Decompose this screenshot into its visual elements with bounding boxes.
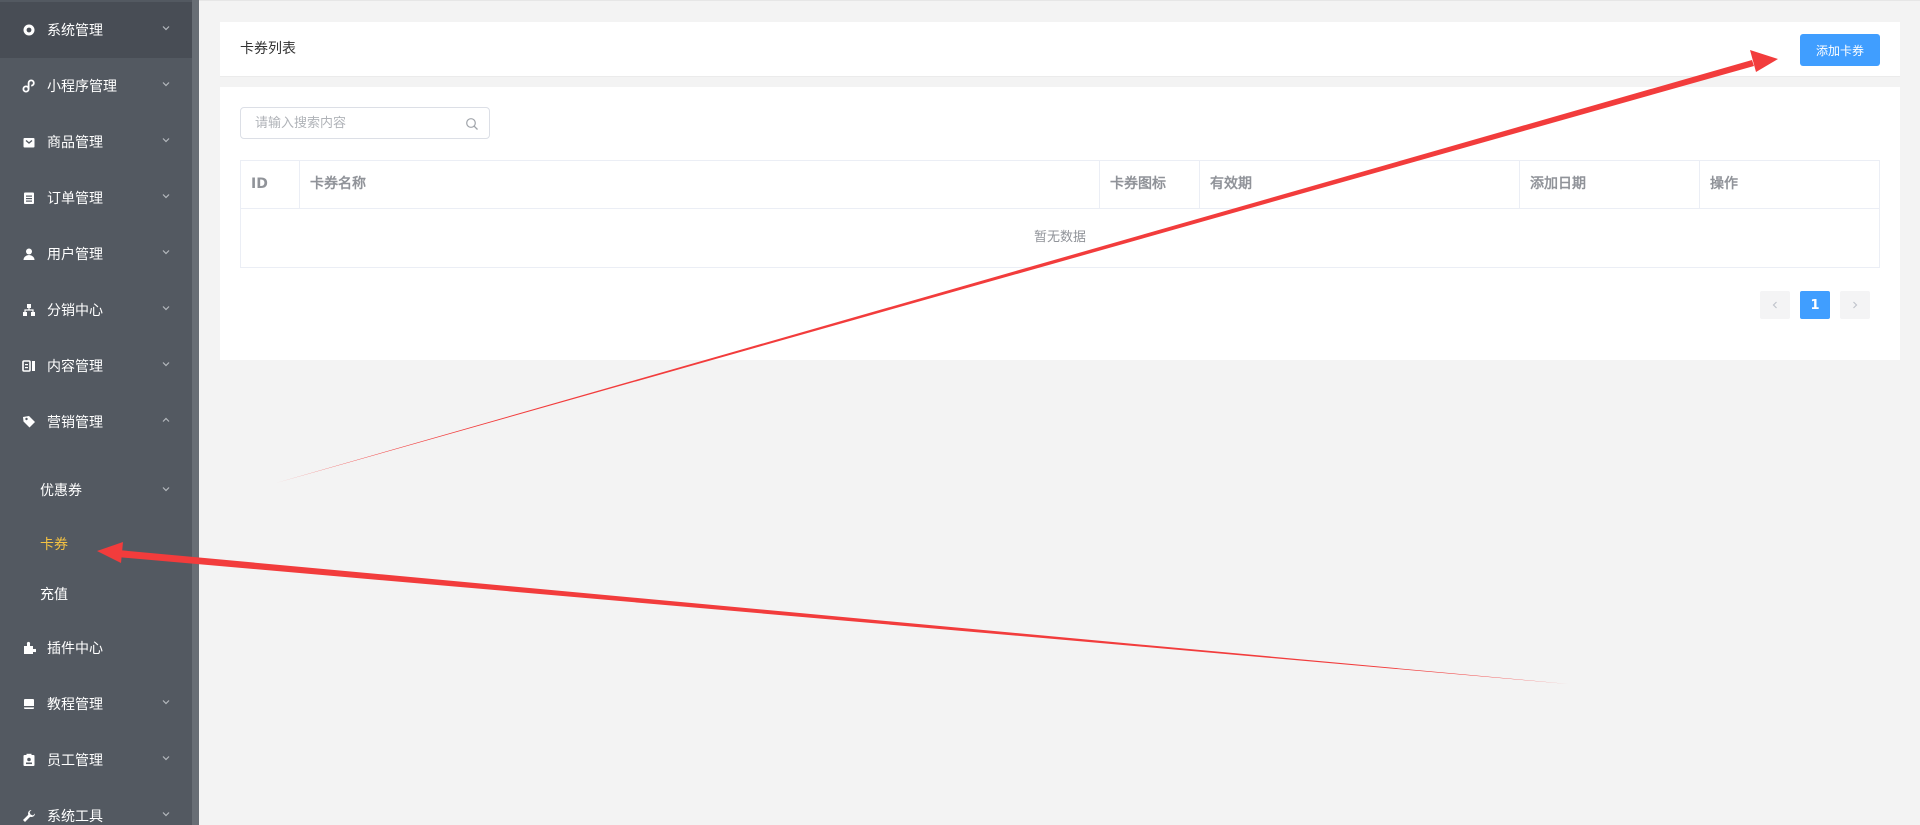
- sidebar: 系统管理 小程序管理 商品管理 订单管理 用户管理 分销中心 内容管理 营销管理…: [0, 0, 199, 825]
- top-divider: [199, 0, 1920, 1]
- sidebar-item-label: 系统管理: [47, 23, 103, 39]
- sidebar-item-content[interactable]: 内容管理: [0, 338, 192, 394]
- sidebar-item-orders[interactable]: 订单管理: [0, 170, 192, 226]
- sidebar-subitem-coupon[interactable]: 优惠券: [0, 465, 192, 515]
- list-panel: ID 卡券名称 卡券图标 有效期 添加日期 操作 暂无数据 1: [220, 87, 1900, 360]
- order-icon: [21, 190, 37, 206]
- sidebar-item-staff[interactable]: 员工管理: [0, 732, 192, 788]
- staff-icon: [21, 752, 37, 768]
- sidebar-item-goods[interactable]: 商品管理: [0, 114, 192, 170]
- chevron-down-icon: [162, 250, 170, 255]
- tutorial-icon: [21, 696, 37, 712]
- column-header-actions: 操作: [1710, 176, 1738, 192]
- search-input[interactable]: [241, 108, 456, 138]
- sidebar-item-users[interactable]: 用户管理: [0, 226, 192, 282]
- sidebar-item-label: 分销中心: [47, 303, 103, 319]
- sidebar-item-plugins[interactable]: 插件中心: [0, 620, 192, 676]
- sidebar-subitem-card-voucher[interactable]: 卡券: [0, 519, 192, 569]
- sidebar-item-label: 营销管理: [47, 415, 103, 431]
- sidebar-item-label: 插件中心: [47, 641, 103, 657]
- search-box: [240, 107, 490, 139]
- sidebar-subitem-label: 卡券: [40, 537, 68, 553]
- chevron-up-icon: [162, 417, 170, 422]
- annotation-arrow-to-card-voucher: [117, 550, 1568, 684]
- card-voucher-table: ID 卡券名称 卡券图标 有效期 添加日期 操作 暂无数据: [240, 160, 1880, 268]
- column-header-icon: 卡券图标: [1100, 161, 1200, 208]
- gear-icon: [21, 22, 37, 38]
- table-empty-state: 暂无数据: [1033, 230, 1086, 245]
- chevron-right-icon: [1853, 301, 1858, 309]
- sidebar-subitem-label: 优惠券: [40, 483, 82, 499]
- miniprogram-icon: [21, 78, 37, 94]
- column-header-id: ID: [241, 161, 300, 208]
- sidebar-item-label: 商品管理: [47, 135, 103, 151]
- sidebar-item-label: 员工管理: [47, 753, 103, 769]
- column-header-validity: 有效期: [1200, 161, 1520, 208]
- chevron-down-icon: [162, 362, 170, 367]
- column-header-added-date: 添加日期: [1520, 161, 1700, 208]
- sidebar-item-distribution[interactable]: 分销中心: [0, 282, 192, 338]
- sidebar-item-label: 系统工具: [47, 809, 103, 825]
- chevron-down-icon: [162, 700, 170, 705]
- page-header: 卡券列表 添加卡券: [220, 22, 1900, 77]
- user-icon: [21, 246, 37, 262]
- chevron-down-icon: [162, 82, 170, 87]
- wrench-icon: [21, 808, 37, 824]
- page-number-button[interactable]: 1: [1800, 291, 1830, 319]
- sidebar-item-label: 小程序管理: [47, 79, 117, 95]
- hierarchy-icon: [21, 302, 37, 318]
- bag-icon: [21, 134, 37, 150]
- next-page-button[interactable]: [1840, 291, 1870, 319]
- sidebar-item-marketing[interactable]: 营销管理: [0, 394, 192, 450]
- plugin-icon: [21, 640, 37, 656]
- content-icon: [21, 358, 37, 374]
- sidebar-scrollbar[interactable]: [192, 0, 199, 825]
- sidebar-item-label: 订单管理: [47, 191, 103, 207]
- chevron-down-icon: [162, 487, 170, 492]
- sidebar-item-tutorials[interactable]: 教程管理: [0, 676, 192, 732]
- search-icon[interactable]: [465, 117, 479, 131]
- sidebar-item-label: 教程管理: [47, 697, 103, 713]
- sidebar-item-tools[interactable]: 系统工具: [0, 788, 192, 825]
- tag-icon: [21, 414, 37, 430]
- chevron-down-icon: [162, 812, 170, 817]
- chevron-left-icon: [1772, 301, 1777, 309]
- prev-page-button[interactable]: [1760, 291, 1790, 319]
- page-title: 卡券列表: [240, 41, 296, 57]
- table-header: ID 卡券名称 卡券图标 有效期 添加日期 操作: [241, 161, 1879, 209]
- add-card-voucher-button[interactable]: 添加卡券: [1800, 34, 1880, 66]
- chevron-down-icon: [162, 756, 170, 761]
- chevron-down-icon: [162, 26, 170, 31]
- sidebar-subitem-label: 充值: [40, 587, 68, 603]
- column-header-name: 卡券名称: [300, 161, 1100, 208]
- chevron-down-icon: [162, 306, 170, 311]
- sidebar-subitem-recharge[interactable]: 充值: [0, 569, 192, 619]
- sidebar-item-system[interactable]: 系统管理: [0, 2, 192, 58]
- chevron-down-icon: [162, 194, 170, 199]
- chevron-down-icon: [162, 138, 170, 143]
- sidebar-item-miniprogram[interactable]: 小程序管理: [0, 58, 192, 114]
- sidebar-item-label: 用户管理: [47, 247, 103, 263]
- sidebar-item-label: 内容管理: [47, 359, 103, 375]
